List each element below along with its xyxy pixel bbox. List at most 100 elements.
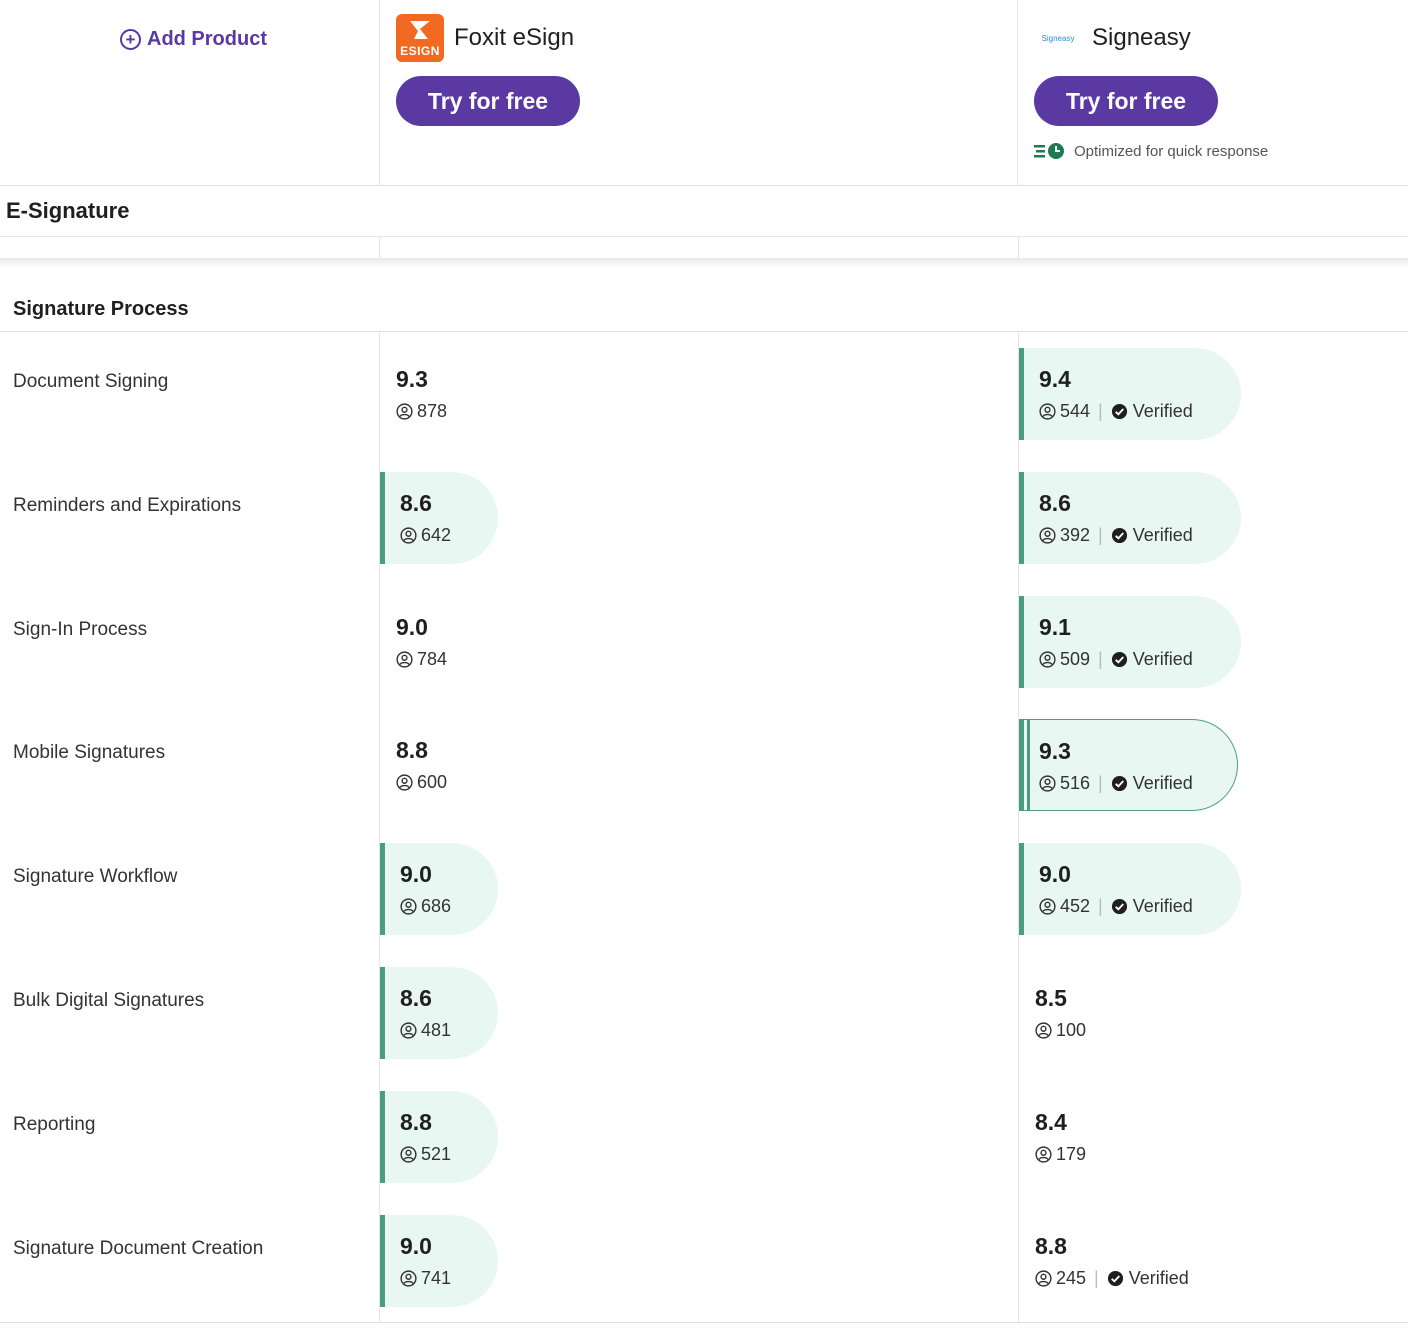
score-value: 8.5 <box>1035 985 1067 1011</box>
feature-label: Reminders and Expirations <box>13 495 242 516</box>
verified-check-icon <box>1111 775 1127 792</box>
verified-check-icon <box>1111 403 1127 420</box>
review-count: 642 <box>400 525 451 546</box>
product-title: Signeasy Signeasy <box>1034 14 1268 62</box>
review-count: 392 | Verified <box>1039 525 1193 546</box>
review-count: 878 <box>396 401 447 422</box>
product-column-signeasy: Signeasy Signeasy Try for free Optimized… <box>1034 14 1268 160</box>
score-cell-foxit[interactable]: 9.0 741 <box>380 1215 498 1307</box>
verified-label: Verified <box>1132 401 1193 421</box>
separator: | <box>1094 1268 1099 1288</box>
product-name[interactable]: Signeasy <box>1092 24 1191 52</box>
user-icon <box>400 898 417 915</box>
verified-label: Verified <box>1132 525 1193 545</box>
score-cell-signeasy[interactable]: 8.6 392 | Verified <box>1019 472 1241 564</box>
feature-label: Sign-In Process <box>13 619 148 640</box>
separator: | <box>1098 649 1103 669</box>
user-icon <box>400 1146 417 1163</box>
score-cell-signeasy[interactable]: 9.1 509 | Verified <box>1019 596 1241 688</box>
fast-response-icon <box>1034 143 1064 159</box>
user-icon <box>1039 403 1056 420</box>
verified-badge: Verified <box>1111 401 1193 422</box>
score-value: 9.3 <box>396 366 428 392</box>
signeasy-logo[interactable]: Signeasy <box>1034 14 1082 62</box>
review-count-value: 392 <box>1060 525 1091 545</box>
review-count-value: 179 <box>1056 1144 1087 1164</box>
score-cell-signeasy[interactable]: 9.4 544 | Verified <box>1019 348 1241 440</box>
verified-badge: Verified <box>1111 773 1193 794</box>
user-icon <box>396 774 413 791</box>
score-cell-foxit[interactable]: 9.0 784 <box>380 596 620 688</box>
review-count: 544 | Verified <box>1039 401 1193 422</box>
score-cell-foxit[interactable]: 8.6 642 <box>380 472 498 564</box>
sticky-shadow <box>0 258 1408 268</box>
verified-label: Verified <box>1132 773 1193 793</box>
divider <box>0 1322 1408 1323</box>
score-cell-foxit[interactable]: 8.8 600 <box>380 719 620 811</box>
review-count-value: 784 <box>417 649 448 669</box>
user-icon <box>396 403 413 420</box>
score-cell-signeasy[interactable]: 9.0 452 | Verified <box>1019 843 1241 935</box>
try-for-free-button[interactable]: Try for free <box>396 76 580 126</box>
verified-check-icon <box>1111 898 1127 915</box>
product-name[interactable]: Foxit eSign <box>454 24 574 52</box>
score-cell-foxit[interactable]: 8.8 521 <box>380 1091 498 1183</box>
score-cell-signeasy[interactable]: 9.3 516 | Verified <box>1019 719 1238 811</box>
review-count: 741 <box>400 1268 451 1289</box>
add-product-button[interactable]: + Add Product <box>120 28 267 51</box>
review-count-value: 521 <box>421 1144 452 1164</box>
verified-label: Verified <box>1132 649 1193 669</box>
try-for-free-button[interactable]: Try for free <box>1034 76 1218 126</box>
category-title: E-Signature <box>6 198 130 223</box>
verified-check-icon <box>1111 651 1127 668</box>
review-count-value: 878 <box>417 401 448 421</box>
user-icon <box>1035 1146 1052 1163</box>
user-icon <box>396 651 413 668</box>
divider <box>0 331 1408 332</box>
column-divider <box>1018 237 1019 259</box>
product-title: ESIGN Foxit eSign <box>396 14 580 62</box>
user-icon <box>1035 1022 1052 1039</box>
column-divider <box>379 237 380 259</box>
category-row: E-Signature <box>0 186 1408 237</box>
review-count-value: 516 <box>1060 773 1091 793</box>
score-cell-signeasy[interactable]: 8.4 179 <box>1019 1091 1259 1183</box>
separator: | <box>1098 401 1103 421</box>
score-value: 9.0 <box>1039 861 1071 887</box>
score-cell-foxit[interactable]: 9.0 686 <box>380 843 498 935</box>
user-icon <box>400 1022 417 1039</box>
review-count-value: 245 <box>1056 1268 1087 1288</box>
quick-response-text: Optimized for quick response <box>1074 142 1269 160</box>
review-count: 600 <box>396 772 447 793</box>
review-count-value: 642 <box>421 525 452 545</box>
score-cell-signeasy[interactable]: 8.8 245 | Verified <box>1019 1215 1259 1307</box>
score-cell-foxit[interactable]: 9.3 878 <box>380 348 620 440</box>
verified-check-icon <box>1107 1270 1123 1287</box>
verified-badge: Verified <box>1107 1268 1189 1289</box>
review-count: 686 <box>400 896 451 917</box>
verified-badge: Verified <box>1111 649 1193 670</box>
review-count: 516 | Verified <box>1039 773 1193 794</box>
feature-label: Signature Workflow <box>13 866 178 887</box>
feature-label: Document Signing <box>13 371 169 392</box>
score-value: 8.4 <box>1035 1109 1067 1135</box>
foxit-esign-logo[interactable]: ESIGN <box>396 14 444 62</box>
review-count: 245 | Verified <box>1035 1268 1189 1289</box>
score-value: 8.8 <box>1035 1233 1067 1259</box>
add-product-label: Add Product <box>147 28 267 50</box>
section-title[interactable]: Signature Process <box>13 298 189 321</box>
review-count: 509 | Verified <box>1039 649 1193 670</box>
user-icon <box>1039 775 1056 792</box>
feature-label: Bulk Digital Signatures <box>13 990 205 1011</box>
review-count-value: 452 <box>1060 896 1091 916</box>
user-icon <box>400 1270 417 1287</box>
score-cell-signeasy[interactable]: 8.5 100 <box>1019 967 1259 1059</box>
verified-check-icon <box>1111 527 1127 544</box>
score-cell-foxit[interactable]: 8.6 481 <box>380 967 498 1059</box>
score-value: 9.0 <box>400 861 432 887</box>
review-count-value: 600 <box>417 772 448 792</box>
review-count: 521 <box>400 1144 451 1165</box>
verified-badge: Verified <box>1111 525 1193 546</box>
user-icon <box>1039 898 1056 915</box>
verified-label: Verified <box>1132 896 1193 916</box>
